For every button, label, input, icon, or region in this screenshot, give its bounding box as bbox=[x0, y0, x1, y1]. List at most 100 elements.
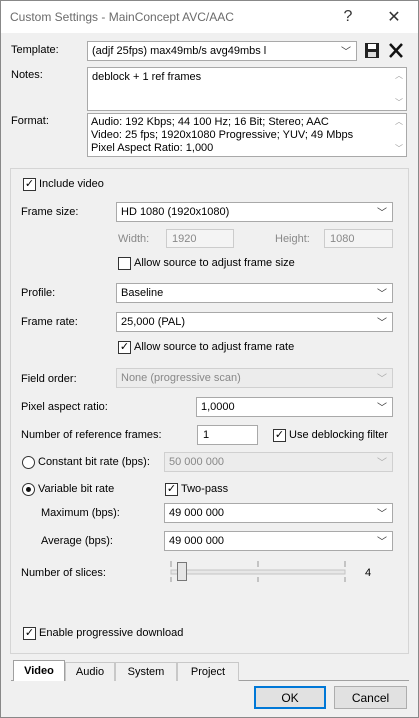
check-icon: ✓ bbox=[166, 483, 177, 495]
variable-bitrate-radio[interactable] bbox=[22, 483, 35, 496]
maximum-value: 49 000 000 bbox=[169, 507, 225, 519]
chevron-down-icon: ﹀ bbox=[377, 458, 387, 469]
height-value: 1080 bbox=[330, 233, 355, 245]
cancel-button[interactable]: Cancel bbox=[334, 686, 407, 709]
slices-slider[interactable] bbox=[169, 559, 349, 585]
field-order-dropdown[interactable]: None (progressive scan) ﹀ bbox=[116, 368, 393, 388]
constant-bitrate-label: Constant bit rate (bps): bbox=[38, 456, 150, 468]
average-label: Average (bps): bbox=[41, 535, 113, 547]
frame-rate-label: Frame rate: bbox=[21, 316, 78, 328]
constant-bitrate-value: 50 000 000 bbox=[169, 456, 225, 468]
include-video-label: Include video bbox=[39, 178, 104, 190]
chevron-down-icon: ﹀ bbox=[341, 47, 351, 58]
format-line-audio: Audio: 192 Kbps; 44 100 Hz; 16 Bit; Ster… bbox=[91, 116, 329, 128]
allow-source-rate-checkbox[interactable]: ✓ bbox=[118, 341, 131, 354]
chevron-down-icon: ﹀ bbox=[377, 318, 387, 329]
ref-frames-label: Number of reference frames: bbox=[21, 429, 162, 441]
field-order-label: Field order: bbox=[21, 373, 77, 385]
frame-rate-dropdown[interactable]: 25,000 (PAL) ﹀ bbox=[116, 312, 393, 332]
scroll-up-icon[interactable]: ︿ bbox=[393, 116, 405, 127]
field-order-value: None (progressive scan) bbox=[121, 372, 241, 384]
template-dropdown[interactable]: (adjf 25fps) max49mb/s avg49mbs l ﹀ bbox=[87, 41, 357, 61]
profile-value: Baseline bbox=[121, 287, 164, 299]
average-value: 49 000 000 bbox=[169, 535, 225, 547]
allow-source-rate-label: Allow source to adjust frame rate bbox=[134, 341, 295, 353]
save-icon bbox=[365, 43, 379, 58]
slider-track bbox=[170, 561, 346, 582]
tab-video-label: Video bbox=[24, 665, 54, 677]
frame-rate-value: 25,000 (PAL) bbox=[121, 316, 186, 328]
width-value: 1920 bbox=[172, 233, 197, 245]
save-template-button[interactable] bbox=[364, 42, 380, 59]
tab-audio-label: Audio bbox=[75, 666, 105, 678]
scroll-down-icon[interactable]: ﹀ bbox=[393, 143, 405, 154]
check-icon: ✓ bbox=[274, 429, 285, 441]
format-line-video: Video: 25 fps; 1920x1080 Progressive; YU… bbox=[91, 129, 354, 141]
template-value: (adjf 25fps) max49mb/s avg49mbs l bbox=[92, 45, 267, 57]
maximum-label: Maximum (bps): bbox=[41, 507, 120, 519]
deblocking-label: Use deblocking filter bbox=[289, 429, 389, 441]
progressive-download-label: Enable progressive download bbox=[39, 627, 184, 639]
allow-source-size-checkbox[interactable] bbox=[118, 257, 131, 270]
close-button[interactable]: ✕ bbox=[371, 1, 417, 33]
maximum-dropdown[interactable]: 49 000 000 ﹀ bbox=[164, 503, 393, 523]
width-field[interactable]: 1920 bbox=[166, 229, 234, 248]
frame-size-label: Frame size: bbox=[21, 206, 79, 218]
height-label: Height: bbox=[275, 233, 310, 245]
scroll-up-icon[interactable]: ︿ bbox=[393, 70, 405, 81]
notes-textarea[interactable]: deblock + 1 ref frames ︿ ﹀ bbox=[87, 67, 407, 111]
check-icon: ✓ bbox=[24, 178, 35, 190]
tab-system-label: System bbox=[127, 666, 165, 678]
slices-value: 4 bbox=[365, 567, 372, 579]
check-icon: ✓ bbox=[24, 627, 35, 639]
notes-text: deblock + 1 ref frames bbox=[92, 71, 202, 83]
format-label: Format: bbox=[11, 115, 49, 127]
chevron-down-icon: ﹀ bbox=[377, 374, 387, 385]
chevron-down-icon: ﹀ bbox=[377, 537, 387, 548]
chevron-down-icon: ﹀ bbox=[377, 509, 387, 520]
width-label: Width: bbox=[118, 233, 150, 245]
pixel-aspect-label: Pixel aspect ratio: bbox=[21, 401, 108, 413]
average-dropdown[interactable]: 49 000 000 ﹀ bbox=[164, 531, 393, 551]
tab-project-label: Project bbox=[190, 666, 226, 678]
two-pass-checkbox[interactable]: ✓ bbox=[165, 483, 178, 496]
slider-thumb[interactable] bbox=[177, 562, 187, 581]
frame-size-dropdown[interactable]: HD 1080 (1920x1080) ﹀ bbox=[116, 202, 393, 222]
help-icon: ? bbox=[343, 8, 353, 25]
title-bar: Custom Settings - MainConcept AVC/AAC ? … bbox=[1, 1, 418, 33]
constant-bitrate-dropdown[interactable]: 50 000 000 ﹀ bbox=[164, 452, 393, 472]
tab-project[interactable]: Project bbox=[177, 662, 239, 681]
tab-audio[interactable]: Audio bbox=[65, 662, 115, 681]
allow-source-size-label: Allow source to adjust frame size bbox=[134, 257, 295, 269]
help-button[interactable]: ? bbox=[325, 1, 371, 33]
deblocking-checkbox[interactable]: ✓ bbox=[273, 429, 286, 442]
cancel-label: Cancel bbox=[351, 690, 390, 705]
chevron-down-icon: ﹀ bbox=[377, 289, 387, 300]
format-line-par: Pixel Aspect Ratio: 1,000 bbox=[91, 142, 214, 154]
delete-template-button[interactable] bbox=[388, 42, 404, 59]
constant-bitrate-radio[interactable] bbox=[22, 456, 35, 469]
include-video-checkbox[interactable]: ✓ bbox=[23, 178, 36, 191]
progressive-download-checkbox[interactable]: ✓ bbox=[23, 627, 36, 640]
slices-label: Number of slices: bbox=[21, 567, 106, 579]
ok-label: OK bbox=[281, 690, 299, 705]
profile-dropdown[interactable]: Baseline ﹀ bbox=[116, 283, 393, 303]
template-label: Template: bbox=[11, 44, 59, 56]
chevron-down-icon: ﹀ bbox=[377, 403, 387, 414]
profile-label: Profile: bbox=[21, 287, 56, 299]
scroll-down-icon[interactable]: ﹀ bbox=[393, 97, 405, 108]
check-icon: ✓ bbox=[119, 341, 130, 353]
variable-bitrate-label: Variable bit rate bbox=[38, 483, 115, 495]
pixel-aspect-dropdown[interactable]: 1,0000 ﹀ bbox=[196, 397, 393, 417]
close-icon: ✕ bbox=[387, 9, 401, 26]
ref-frames-value: 1 bbox=[203, 429, 210, 441]
window-title: Custom Settings - MainConcept AVC/AAC bbox=[10, 10, 234, 24]
ref-frames-field[interactable]: 1 bbox=[197, 425, 258, 445]
format-textarea: Audio: 192 Kbps; 44 100 Hz; 16 Bit; Ster… bbox=[87, 113, 407, 157]
tab-system[interactable]: System bbox=[115, 662, 177, 681]
height-field[interactable]: 1080 bbox=[324, 229, 393, 248]
frame-size-value: HD 1080 (1920x1080) bbox=[121, 206, 230, 218]
tab-video[interactable]: Video bbox=[13, 660, 65, 681]
ok-button[interactable]: OK bbox=[254, 686, 326, 709]
delete-icon bbox=[389, 43, 403, 58]
